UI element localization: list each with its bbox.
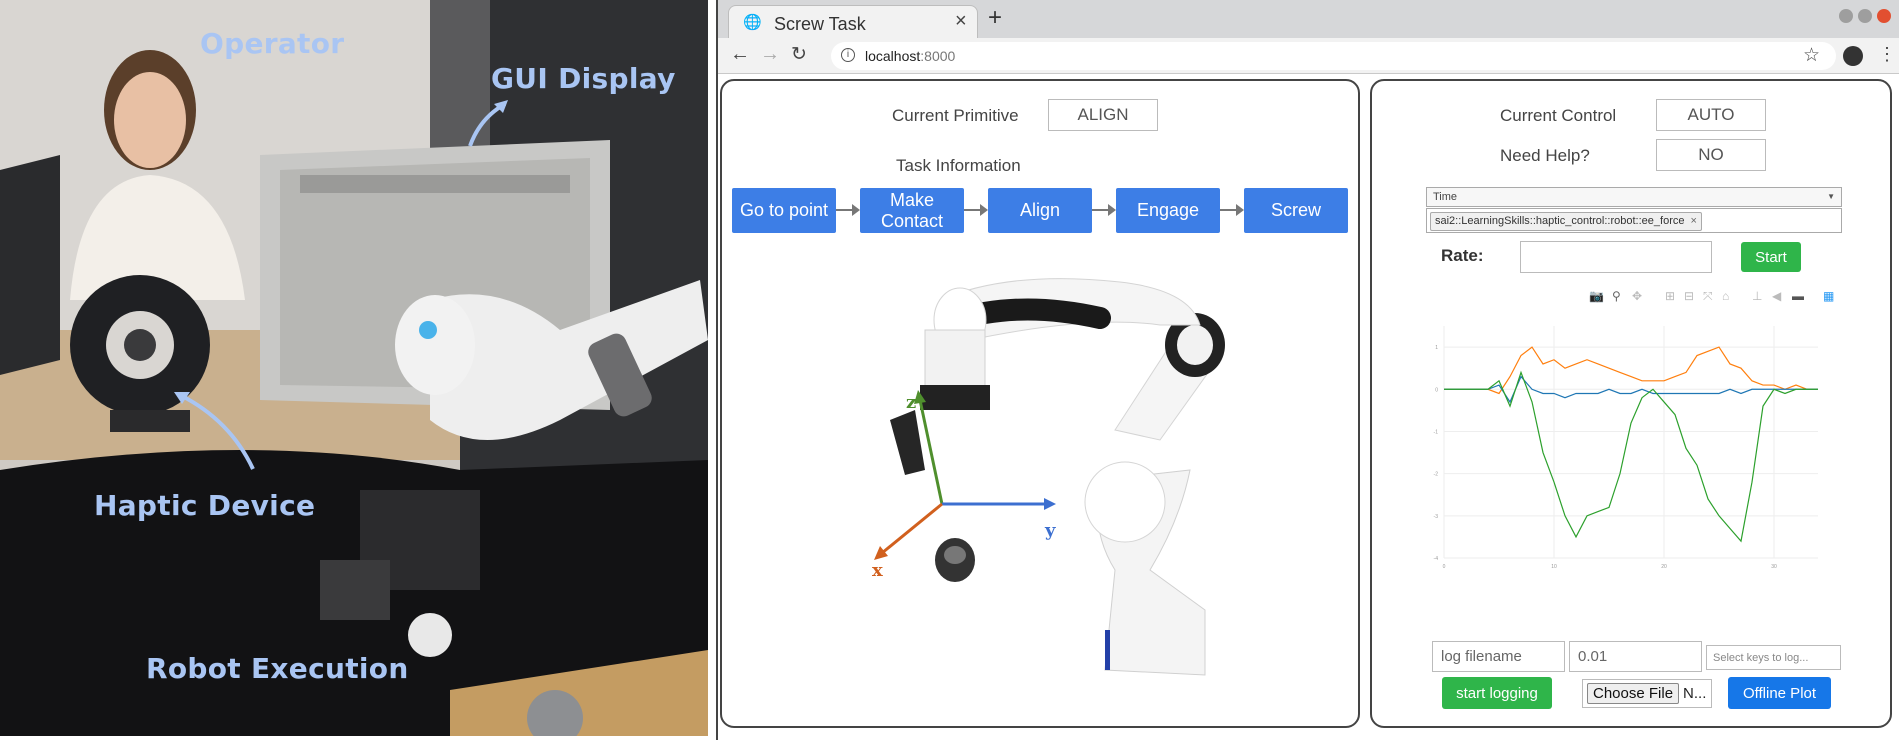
y-tick-label: 0 bbox=[1435, 387, 1438, 393]
x-axis-line bbox=[881, 502, 943, 555]
file-chooser: Choose File N... bbox=[1582, 679, 1712, 708]
y-tick-label: 1 bbox=[1435, 345, 1438, 351]
close-window-icon[interactable] bbox=[1877, 9, 1891, 23]
zoom-out-icon[interactable]: ⊟ bbox=[1684, 289, 1694, 303]
x-tick-label: 20 bbox=[1661, 564, 1667, 570]
y-axis-label: y bbox=[1045, 520, 1056, 541]
zoom-icon[interactable]: ⚲ bbox=[1612, 289, 1621, 303]
y-tick-label: -3 bbox=[1434, 514, 1439, 520]
step-go-to-point[interactable]: Go to point bbox=[732, 188, 836, 233]
log-filename-input[interactable]: log filename bbox=[1432, 641, 1565, 672]
operator-label: Operator bbox=[200, 27, 345, 60]
info-icon[interactable]: i bbox=[841, 48, 855, 62]
new-tab-button[interactable]: + bbox=[988, 4, 1002, 32]
forward-icon[interactable]: → bbox=[760, 43, 780, 66]
pan-icon[interactable]: ✥ bbox=[1632, 289, 1642, 303]
rate-input[interactable] bbox=[1520, 241, 1712, 273]
x-key-select-value: Time bbox=[1433, 191, 1458, 203]
y-tick-label: -4 bbox=[1434, 556, 1439, 562]
z-axis-line bbox=[918, 399, 944, 505]
step-arrow bbox=[1092, 204, 1116, 216]
chevron-down-icon: ▼ bbox=[1827, 192, 1835, 201]
robot-visualization bbox=[874, 278, 1225, 676]
x-tick-label: 30 bbox=[1771, 564, 1777, 570]
current-primitive-label: Current Primitive bbox=[892, 106, 1019, 125]
need-help-value[interactable]: NO bbox=[1656, 139, 1766, 171]
chart-ticks: -4-3-2-1010 10 20 30 bbox=[1434, 345, 1777, 570]
address-bar: ← → ↻ i localhost:8000 ☆ ⋮ bbox=[718, 38, 1899, 74]
file-name-text: N... bbox=[1683, 685, 1707, 702]
x-axis-label: x bbox=[872, 560, 883, 581]
maximize-icon[interactable] bbox=[1858, 9, 1872, 23]
need-help-label: Need Help? bbox=[1500, 146, 1590, 165]
start-button[interactable]: Start bbox=[1741, 242, 1801, 272]
url-text: localhost:8000 bbox=[865, 48, 955, 64]
browser-tab[interactable]: 🌐 Screw Task × bbox=[728, 5, 978, 38]
step-make-contact[interactable]: Make Contact bbox=[860, 188, 964, 233]
current-control-value: AUTO bbox=[1656, 99, 1766, 131]
x-tick-label: 10 bbox=[1551, 564, 1557, 570]
y-key-tag: sai2::LearningSkills::haptic_control::ro… bbox=[1430, 212, 1702, 231]
robot-execution-label: Robot Execution bbox=[146, 652, 409, 685]
step-engage[interactable]: Engage bbox=[1116, 188, 1220, 233]
step-arrow bbox=[836, 204, 860, 216]
task-information-label: Task Information bbox=[896, 156, 1021, 175]
z-axis-label: z bbox=[906, 392, 917, 413]
x-tick-label: 0 bbox=[1443, 564, 1446, 570]
y-tick-label: -2 bbox=[1434, 472, 1439, 478]
step-arrow bbox=[964, 204, 988, 216]
step-arrow bbox=[1220, 204, 1244, 216]
reset-axes-icon[interactable]: ⌂ bbox=[1722, 289, 1729, 303]
remove-tag-icon[interactable]: × bbox=[1691, 215, 1697, 227]
haptic-device-label: Haptic Device bbox=[94, 489, 316, 522]
gui-display-label: GUI Display bbox=[491, 62, 676, 95]
step-screw[interactable]: Screw bbox=[1244, 188, 1348, 233]
browser-titlebar: 🌐 Screw Task × + bbox=[718, 0, 1899, 38]
plotly-logo-icon[interactable]: ▦ bbox=[1823, 289, 1834, 303]
log-rate-input[interactable]: 0.01 bbox=[1569, 641, 1702, 672]
minimize-icon[interactable] bbox=[1839, 9, 1853, 23]
chart-series bbox=[1444, 346, 1818, 543]
current-control-label: Current Control bbox=[1500, 106, 1617, 125]
lab-photo: Operator GUI Display Haptic Device Robot… bbox=[0, 0, 708, 736]
chart-grid bbox=[1443, 326, 1818, 559]
back-icon[interactable]: ← bbox=[730, 43, 750, 66]
tab-title: Screw Task bbox=[774, 14, 866, 34]
choose-file-button[interactable]: Choose File bbox=[1587, 683, 1680, 704]
rate-label: Rate: bbox=[1441, 246, 1484, 265]
globe-icon: 🌐 bbox=[743, 14, 762, 31]
log-filename-placeholder: log filename bbox=[1441, 648, 1522, 665]
log-keys-placeholder: Select keys to log... bbox=[1713, 651, 1809, 664]
bookmark-star-icon[interactable]: ☆ bbox=[1803, 44, 1820, 67]
url-host: localhost bbox=[865, 48, 921, 64]
lab-scene-illustration bbox=[0, 0, 708, 736]
spike-lines-icon[interactable]: ⊥ bbox=[1752, 289, 1762, 303]
url-field[interactable]: i localhost:8000 ☆ bbox=[831, 42, 1836, 70]
url-port: :8000 bbox=[920, 48, 956, 64]
y-tick-label: -1 bbox=[1434, 429, 1439, 435]
y-key-tag-text: sai2::LearningSkills::haptic_control::ro… bbox=[1435, 215, 1685, 227]
current-primitive-value: ALIGN bbox=[1048, 99, 1158, 131]
log-rate-value: 0.01 bbox=[1578, 648, 1608, 665]
account-icon[interactable] bbox=[1843, 46, 1863, 66]
step-align[interactable]: Align bbox=[988, 188, 1092, 233]
hover-closest-icon[interactable]: ◀ bbox=[1772, 289, 1781, 303]
y-keys-multiselect[interactable]: sai2::LearningSkills::haptic_control::ro… bbox=[1426, 208, 1842, 233]
hover-compare-icon[interactable]: ▬ bbox=[1792, 289, 1804, 303]
zoom-in-icon[interactable]: ⊞ bbox=[1665, 289, 1675, 303]
x-key-select[interactable]: Time ▼ bbox=[1426, 187, 1842, 207]
tab-close-icon[interactable]: × bbox=[955, 10, 967, 33]
log-keys-select[interactable]: Select keys to log... bbox=[1706, 645, 1841, 670]
start-logging-button[interactable]: start logging bbox=[1442, 677, 1552, 709]
reload-icon[interactable]: ↻ bbox=[791, 43, 807, 66]
autoscale-icon[interactable]: ⤧ bbox=[1703, 289, 1713, 304]
offline-plot-button[interactable]: Offline Plot bbox=[1728, 677, 1831, 709]
force-plot: -4-3-2-1010 10 20 30 bbox=[1434, 326, 1818, 570]
camera-icon[interactable]: 📷 bbox=[1589, 289, 1604, 303]
menu-kebab-icon[interactable]: ⋮ bbox=[1878, 44, 1896, 65]
